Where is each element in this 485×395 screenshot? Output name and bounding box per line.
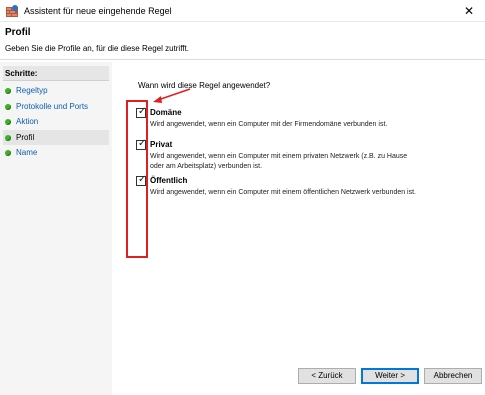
checkmark-icon: ✓ xyxy=(138,138,147,149)
step-status-dot-icon xyxy=(5,134,11,141)
close-window-button[interactable]: ✕ xyxy=(457,2,481,20)
option-description: Wird angewendet, wenn ein Computer mit e… xyxy=(150,189,417,196)
page-header: Profil Geben Sie die Profile an, für die… xyxy=(0,22,485,60)
page-subtitle: Geben Sie die Profile an, für die diese … xyxy=(5,44,189,53)
option-label: Öffentlich xyxy=(150,176,188,185)
option-description: Wird angewendet, wenn ein Computer mit d… xyxy=(150,121,388,128)
domain-checkbox[interactable]: ✓ xyxy=(136,106,147,118)
step-status-dot-icon xyxy=(5,119,11,125)
step-label: Aktion xyxy=(16,117,39,126)
checkmark-icon: ✓ xyxy=(138,174,147,185)
page-title: Profil xyxy=(5,27,31,38)
step-item-name[interactable]: Name xyxy=(3,145,109,161)
step-status-dot-icon xyxy=(5,150,11,156)
step-item-profil[interactable]: Profil xyxy=(3,129,109,145)
window-title: Assistent für neue eingehende Regel xyxy=(24,6,172,16)
step-label: Regeltyp xyxy=(16,86,48,95)
public-checkbox[interactable]: ✓ xyxy=(136,174,147,186)
option-label: Domäne xyxy=(150,108,182,117)
private-checkbox[interactable]: ✓ xyxy=(136,138,147,150)
option-label: Privat xyxy=(150,140,173,149)
step-status-dot-icon xyxy=(5,88,11,94)
step-item-protokolle-und-ports[interactable]: Protokolle und Ports xyxy=(3,99,109,115)
next-button[interactable]: Weiter > xyxy=(361,368,419,384)
step-status-dot-icon xyxy=(5,103,11,110)
back-button[interactable]: < Zurück xyxy=(298,368,356,384)
step-item-regeltyp[interactable]: Regeltyp xyxy=(3,83,109,99)
step-item-aktion[interactable]: Aktion xyxy=(3,114,109,130)
firewall-app-icon xyxy=(6,5,18,17)
main-content: Wann wird diese Regel angewendet? ✓ Domä… xyxy=(112,62,485,395)
step-label: Name xyxy=(16,148,38,157)
steps-heading: Schritte: xyxy=(3,66,109,81)
step-label: Protokolle und Ports xyxy=(16,101,89,111)
checkmark-icon: ✓ xyxy=(138,106,147,117)
steps-list: Regeltyp Protokolle und Ports Aktion Pro… xyxy=(3,83,109,161)
annotation-arrow-icon xyxy=(153,88,191,103)
steps-sidebar: Schritte: Regeltyp Protokolle und Ports … xyxy=(0,62,112,395)
cancel-button[interactable]: Abbrechen xyxy=(424,368,482,384)
step-label: Profil xyxy=(16,132,35,142)
title-bar: Assistent für neue eingehende Regel ✕ xyxy=(0,0,485,22)
option-description: Wird angewendet, wenn ein Computer mit e… xyxy=(150,153,408,170)
